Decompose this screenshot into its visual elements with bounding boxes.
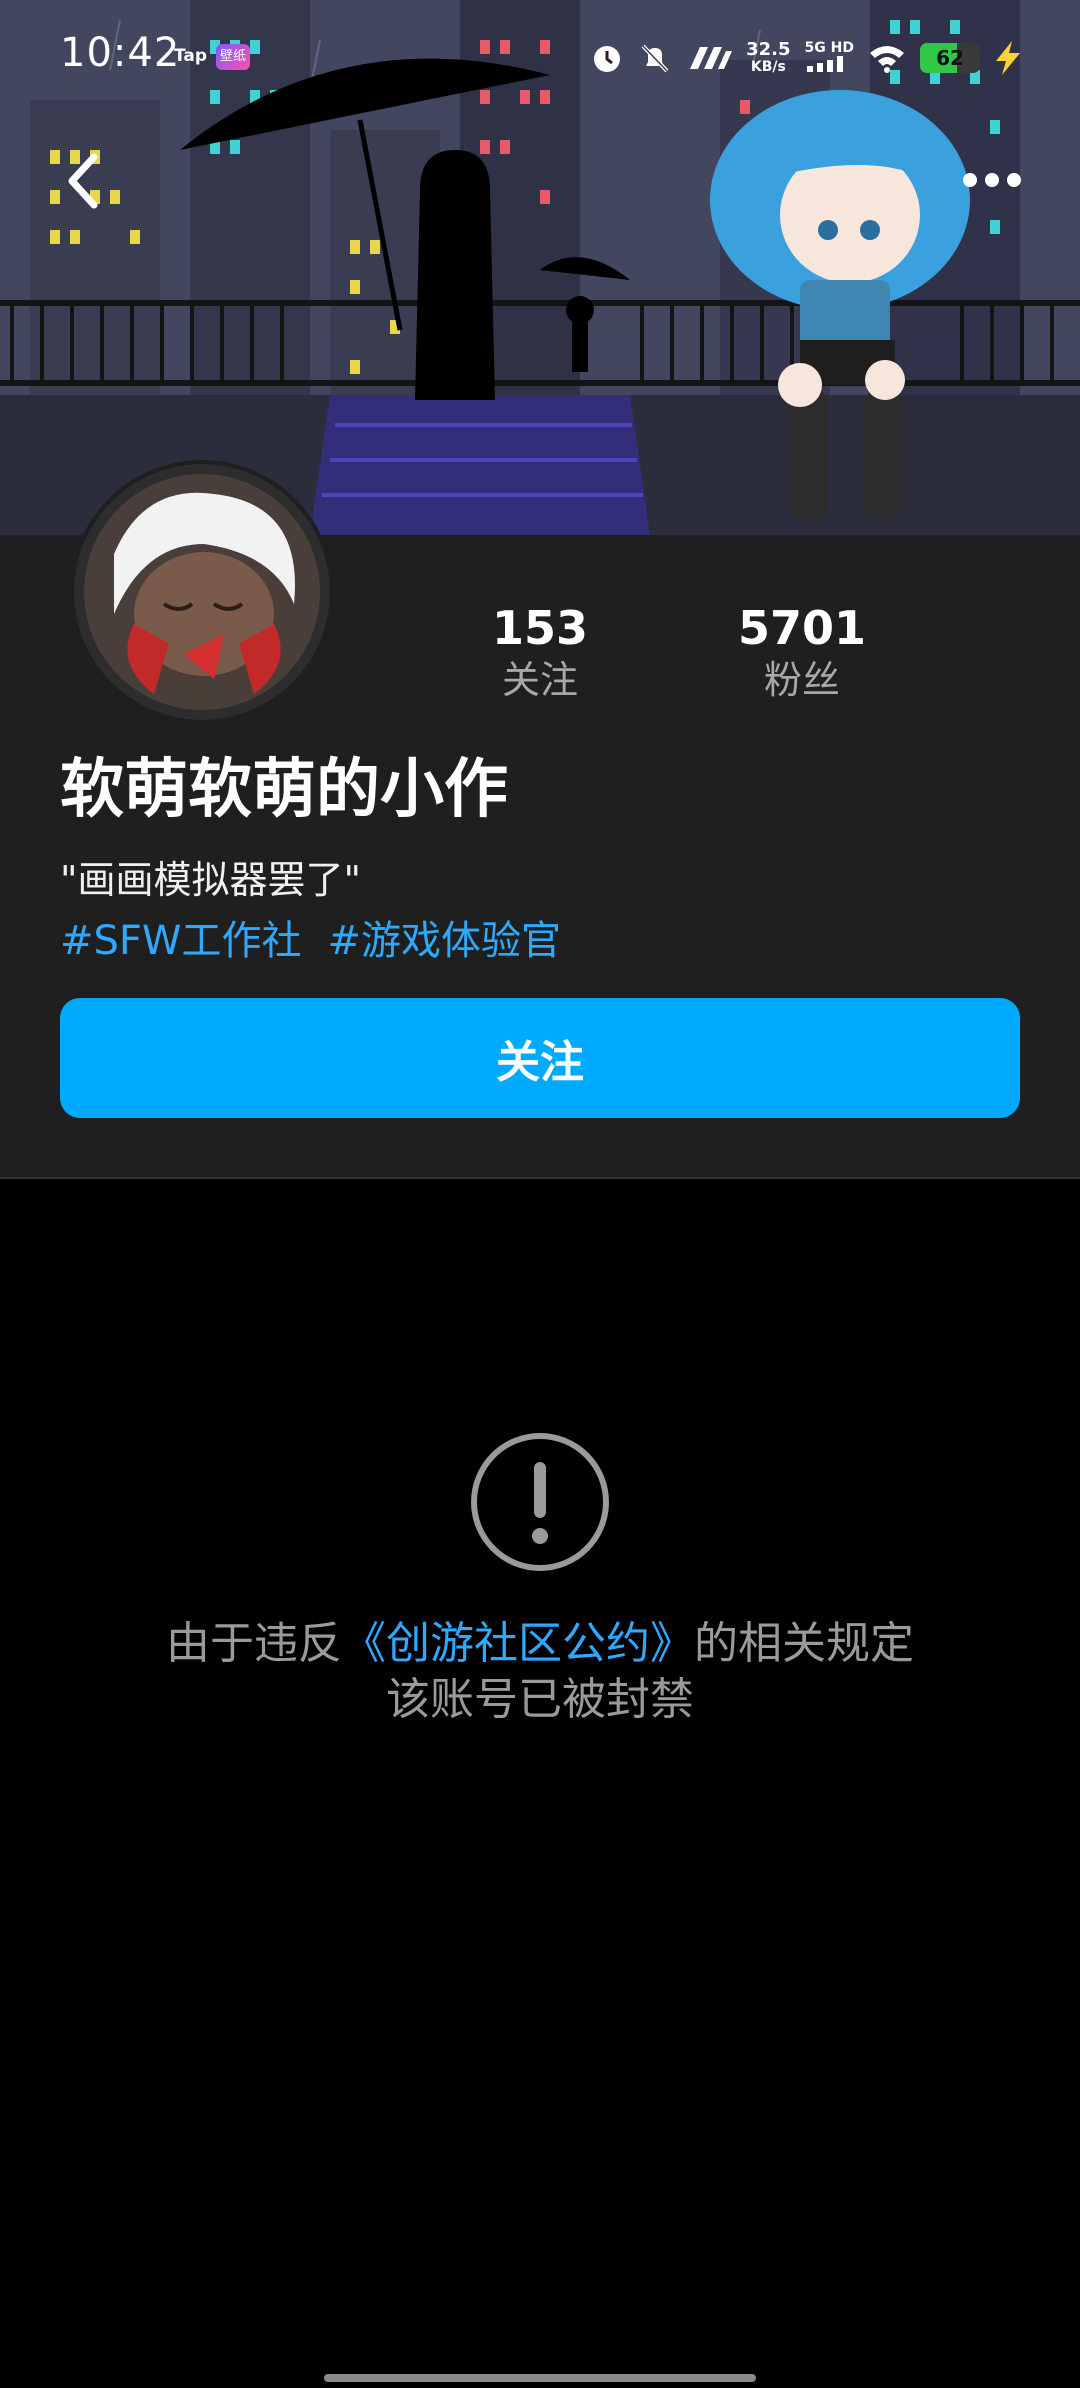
- mute-bell-icon: [641, 44, 669, 73]
- following-stat[interactable]: 153 关注: [490, 600, 590, 704]
- battery-indicator: 62: [920, 43, 980, 73]
- back-button[interactable]: [52, 148, 112, 214]
- more-options-button[interactable]: [952, 158, 1032, 202]
- wifi-icon: [870, 46, 904, 73]
- ban-notice-line1: 由于违反《创游社区公约》的相关规定: [0, 1614, 1080, 1674]
- profile-tags: #SFW工作社 #游戏体验官: [60, 912, 561, 970]
- community-rules-link[interactable]: 《创游社区公约》: [342, 1618, 694, 1669]
- status-bar: 10:42 Tap 壁纸 32.5 KB/s 5G HD 62: [0, 0, 1080, 115]
- status-time: 10:42: [60, 30, 181, 76]
- avatar-image: [74, 464, 330, 720]
- exclamation-circle-icon: [471, 1433, 609, 1571]
- home-indicator[interactable]: [324, 2374, 756, 2382]
- status-icons: 32.5 KB/s 5G HD 62: [590, 36, 1022, 80]
- ban-notice-prefix: 由于违反: [166, 1618, 342, 1669]
- signal-icon: [690, 47, 733, 69]
- profile-bio: "画画模拟器罢了": [60, 858, 361, 902]
- tap-app-icon: Tap: [174, 46, 208, 66]
- following-count: 153: [491, 601, 589, 655]
- followers-stat[interactable]: 5701 粉丝: [732, 600, 872, 704]
- cell-bars-icon: [806, 56, 843, 72]
- avatar[interactable]: [70, 460, 334, 724]
- followers-label: 粉丝: [763, 658, 840, 702]
- more-dot: [985, 173, 999, 187]
- followers-count: 5701: [737, 601, 867, 655]
- ban-notice-suffix: 的相关规定: [694, 1618, 914, 1669]
- following-label: 关注: [501, 658, 578, 702]
- tag-game-tester[interactable]: #游戏体验官: [327, 912, 561, 970]
- follow-button[interactable]: 关注: [60, 998, 1020, 1118]
- charging-icon: [996, 41, 1020, 75]
- profile-banner: 10:42 Tap 壁纸 32.5 KB/s 5G HD 62: [0, 0, 1080, 535]
- ban-notice-line2: 该账号已被封禁: [386, 1674, 694, 1725]
- wallpaper-app-icon: 壁纸: [216, 44, 250, 70]
- chevron-left-icon: [68, 153, 98, 209]
- network-speed: 32.5 KB/s: [746, 39, 791, 76]
- network-type: 5G HD: [805, 40, 854, 76]
- alarm-icon: [594, 46, 621, 72]
- battery-percent: 62: [936, 46, 964, 70]
- more-dot: [1007, 173, 1021, 187]
- profile-name: 软萌软萌的小作: [60, 753, 508, 827]
- more-dots-icon: [963, 173, 977, 187]
- profile-page: 10:42 Tap 壁纸 32.5 KB/s 5G HD 62 153 关注 5…: [0, 0, 1080, 2388]
- tag-sfw-studio[interactable]: #SFW工作社: [60, 912, 301, 970]
